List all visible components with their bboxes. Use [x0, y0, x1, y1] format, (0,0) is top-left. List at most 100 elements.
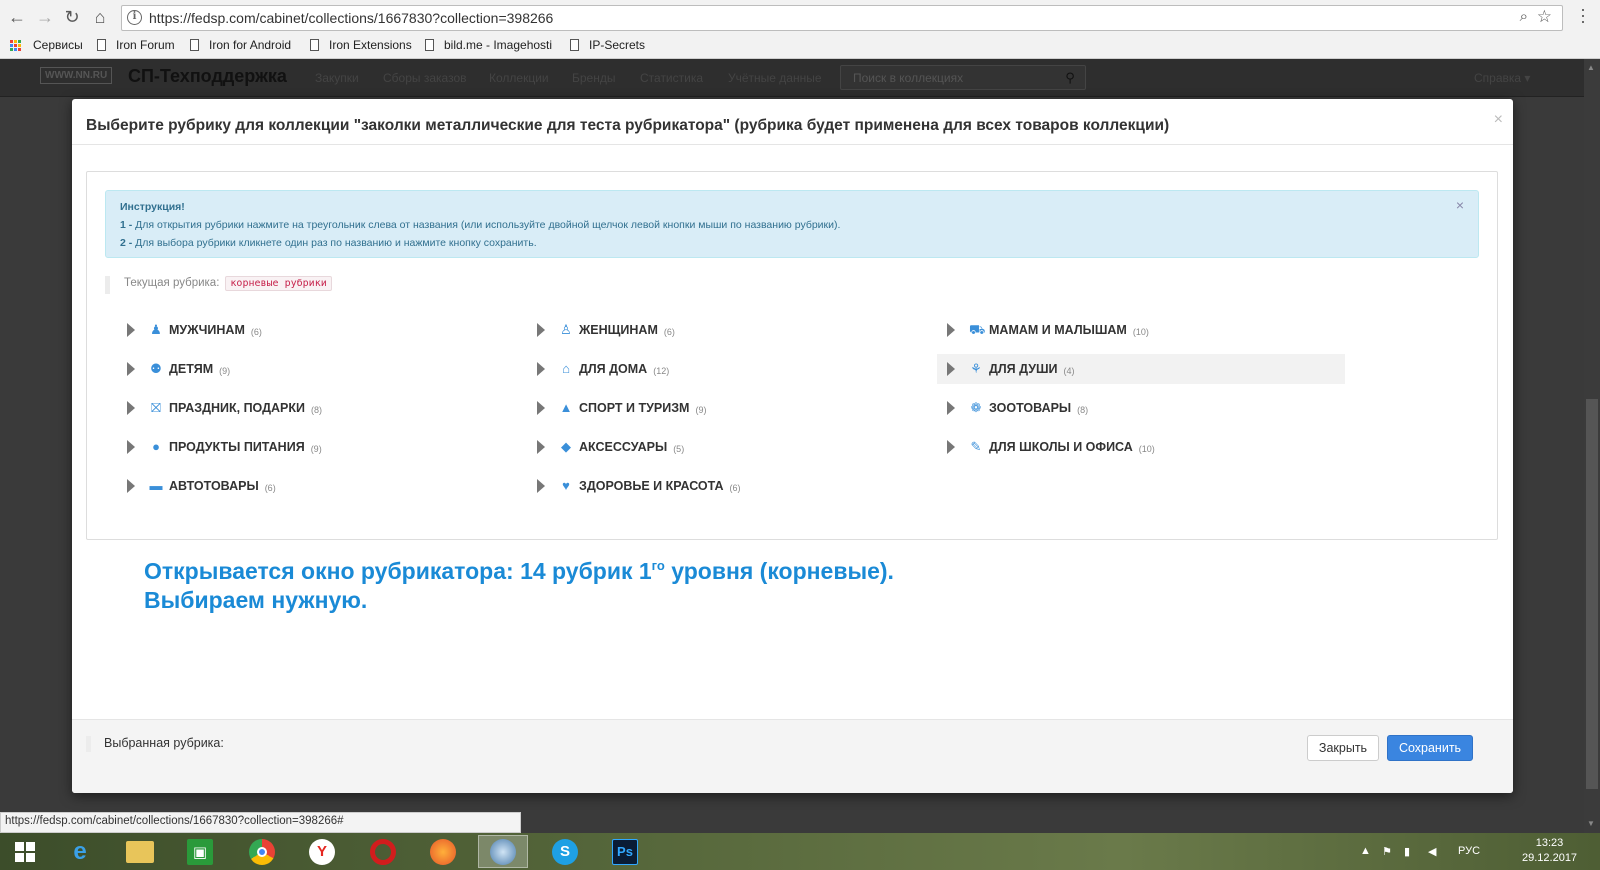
close-button[interactable]: Закрыть: [1307, 735, 1379, 761]
opera-taskbar-icon[interactable]: [358, 835, 408, 868]
expand-triangle-icon[interactable]: [947, 440, 955, 454]
pin-icon: ✎: [970, 439, 982, 454]
bookmark-star-icon[interactable]: ☆: [1537, 7, 1552, 27]
scroll-up-icon[interactable]: ▲: [1587, 63, 1595, 72]
expand-triangle-icon[interactable]: [127, 479, 135, 493]
chrome-taskbar-icon[interactable]: [237, 835, 287, 868]
category-modal: Выберите рубрику для коллекции "заколки …: [72, 99, 1513, 793]
children-icon: ⚉: [150, 361, 162, 376]
modal-title: Выберите рубрику для коллекции "заколки …: [86, 117, 1170, 134]
nav-brands[interactable]: Бренды: [572, 71, 615, 85]
reload-icon[interactable]: ↻: [62, 7, 82, 27]
expand-triangle-icon[interactable]: [947, 362, 955, 376]
site-header: WWW.NN.RU СП-Техподдержка Закупки Сборы …: [0, 59, 1584, 97]
category-holiday-gifts[interactable]: ⛝ ПРАЗДНИК, ПОДАРКИ (8): [117, 393, 322, 423]
tray-arrow-icon[interactable]: ▲: [1360, 845, 1371, 857]
skype-taskbar-icon[interactable]: S: [540, 835, 590, 868]
store-taskbar-icon[interactable]: ▣: [175, 835, 225, 868]
browser-chrome: ← → ↻ ⌂ i https://fedsp.com/cabinet/coll…: [0, 0, 1600, 59]
category-food[interactable]: ● ПРОДУКТЫ ПИТАНИЯ (9): [117, 432, 322, 462]
search-icon[interactable]: ⚲: [1052, 65, 1088, 90]
category-moms-babies[interactable]: ⛟ МАМАМ И МАЛЫШАМ (10): [937, 315, 1149, 345]
scrollbar-thumb[interactable]: [1586, 399, 1598, 789]
firefox-taskbar-icon[interactable]: [418, 835, 468, 868]
current-category: Текущая рубрика: корневые рубрики: [105, 276, 332, 294]
address-bar[interactable]: i https://fedsp.com/cabinet/collections/…: [121, 5, 1563, 31]
apps-icon[interactable]: [10, 40, 22, 52]
browser-menu-icon[interactable]: · · ·: [1580, 0, 1586, 30]
category-accessories[interactable]: ◆ АКСЕССУАРЫ (5): [527, 432, 684, 462]
forward-icon[interactable]: →: [35, 7, 55, 27]
bookmark-services[interactable]: Сервисы: [33, 38, 83, 52]
clock-date: 29.12.2017: [1522, 852, 1578, 864]
page-icon: [310, 39, 319, 51]
url-text[interactable]: https://fedsp.com/cabinet/collections/16…: [149, 10, 553, 26]
category-pets[interactable]: ❁ ЗООТОВАРЫ (8): [937, 393, 1088, 423]
site-search-input[interactable]: Поиск в коллекциях: [840, 65, 1086, 90]
network-icon[interactable]: ▮: [1404, 845, 1410, 858]
bookmark-iron-forum[interactable]: Iron Forum: [97, 38, 175, 52]
scroll-down-icon[interactable]: ▼: [1587, 819, 1595, 828]
expand-triangle-icon[interactable]: [537, 401, 545, 415]
bookmark-iron-extensions[interactable]: Iron Extensions: [310, 38, 412, 52]
language-indicator[interactable]: РУС: [1458, 845, 1480, 857]
car-icon: ▬: [149, 478, 163, 493]
expand-triangle-icon[interactable]: [127, 401, 135, 415]
save-button[interactable]: Сохранить: [1387, 735, 1473, 761]
taskbar-clock[interactable]: 13:23 29.12.2017: [1522, 836, 1577, 866]
page-icon: [425, 39, 434, 51]
home-icon[interactable]: ⌂: [90, 7, 110, 27]
category-health-beauty[interactable]: ♥ ЗДОРОВЬЕ И КРАСОТА (6): [527, 471, 741, 501]
category-sport-tourism[interactable]: ▲ СПОРТ И ТУРИЗМ (9): [527, 393, 706, 423]
help-menu[interactable]: Справка ▾: [1474, 71, 1530, 85]
flag-icon[interactable]: ⚑: [1382, 845, 1392, 858]
windows-taskbar: e ▣ Y S Ps ▲ ⚑ ▮ ◀ РУС 13:23 29.12.2017: [0, 833, 1600, 870]
page-icon: [190, 39, 199, 51]
page-scrollbar[interactable]: ▲ ▼: [1584, 59, 1600, 833]
category-women[interactable]: ♙ ЖЕНЩИНАМ (6): [527, 315, 675, 345]
yandex-taskbar-icon[interactable]: Y: [297, 835, 347, 868]
info-icon[interactable]: i: [127, 10, 142, 25]
soul-icon: ⚘: [970, 361, 982, 376]
category-panel: Инструкция! 1 - Для открытия рубрики наж…: [86, 171, 1498, 540]
ie-taskbar-icon[interactable]: e: [55, 835, 105, 868]
category-men[interactable]: ♟ МУЖЧИНАМ (6): [117, 315, 262, 345]
photoshop-taskbar-icon[interactable]: Ps: [600, 835, 650, 868]
clock-time: 13:23: [1535, 837, 1564, 849]
modal-header: Выберите рубрику для коллекции "заколки …: [72, 99, 1513, 145]
zoom-icon[interactable]: ⌕: [1520, 8, 1528, 25]
nav-purchases[interactable]: Закупки: [315, 71, 359, 85]
category-soul[interactable]: ⚘ ДЛЯ ДУШИ (4): [937, 354, 1345, 384]
bookmark-bildme[interactable]: bild.me - Imagehosti: [425, 38, 552, 52]
bookmark-iron-android[interactable]: Iron for Android: [190, 38, 291, 52]
explorer-taskbar-icon[interactable]: [115, 835, 165, 868]
modal-footer: Выбранная рубрика: Закрыть Сохранить: [72, 719, 1513, 793]
expand-triangle-icon[interactable]: [127, 440, 135, 454]
expand-triangle-icon[interactable]: [537, 479, 545, 493]
nav-collections[interactable]: Коллекции: [489, 71, 549, 85]
nav-account[interactable]: Учётные данные: [728, 71, 822, 85]
category-school-office[interactable]: ✎ ДЛЯ ШКОЛЫ И ОФИСА (10): [937, 432, 1155, 462]
page-icon: [97, 39, 106, 51]
expand-triangle-icon[interactable]: [947, 401, 955, 415]
category-auto[interactable]: ▬ АВТОТОВАРЫ (6): [117, 471, 276, 501]
category-home[interactable]: ⌂ ДЛЯ ДОМА (12): [527, 354, 669, 384]
expand-triangle-icon[interactable]: [537, 362, 545, 376]
expand-triangle-icon[interactable]: [537, 323, 545, 337]
expand-triangle-icon[interactable]: [947, 323, 955, 337]
back-icon[interactable]: ←: [7, 7, 27, 27]
category-kids[interactable]: ⚉ ДЕТЯМ (9): [117, 354, 230, 384]
expand-triangle-icon[interactable]: [127, 362, 135, 376]
iron-taskbar-icon[interactable]: [478, 835, 528, 868]
site-logo: WWW.NN.RU: [40, 67, 113, 84]
nav-orders[interactable]: Сборы заказов: [383, 71, 467, 85]
nav-statistics[interactable]: Статистика: [640, 71, 703, 85]
bookmark-ip-secrets[interactable]: IP-Secrets: [570, 38, 645, 52]
volume-icon[interactable]: ◀: [1428, 845, 1436, 858]
start-button[interactable]: [0, 835, 50, 868]
expand-triangle-icon[interactable]: [537, 440, 545, 454]
close-icon[interactable]: ×: [1494, 111, 1503, 129]
expand-triangle-icon[interactable]: [127, 323, 135, 337]
page-icon: [570, 39, 579, 51]
alert-close-icon[interactable]: ×: [1456, 197, 1464, 213]
